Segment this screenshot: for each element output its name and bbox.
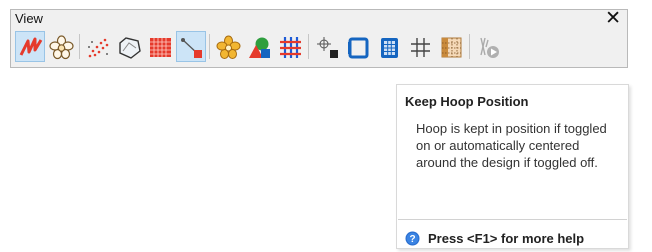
keep-hoop-position-button[interactable] [374, 31, 404, 62]
toolbar-separator [79, 34, 80, 59]
toolbar-separator [308, 34, 309, 59]
toolbar-separator [209, 34, 210, 59]
close-icon[interactable]: ✕ [605, 9, 621, 28]
background-pattern-icon [441, 37, 462, 58]
help-text: Press <F1> for more help [428, 231, 585, 246]
hoop-grid-icon [381, 38, 398, 58]
show-design-button[interactable] [213, 31, 243, 62]
hoop-icon [348, 37, 369, 59]
show-hoop-button[interactable] [343, 31, 373, 62]
show-shapes-button[interactable] [244, 31, 274, 62]
tooltip-divider [398, 219, 627, 220]
toolbar-title: View [15, 11, 43, 26]
red-fill-grid-icon [150, 38, 171, 57]
view-toolbar: View ✕ [10, 9, 628, 68]
svg-text:?: ? [409, 234, 415, 245]
flower-outline-icon [49, 35, 74, 60]
tooltip-title: Keep Hoop Position [405, 94, 529, 109]
crosshair-point-icon [317, 37, 338, 58]
zigzag-stitch-icon [19, 37, 43, 56]
show-grid-button[interactable] [405, 31, 435, 62]
show-connectors-button[interactable] [176, 31, 206, 62]
tooltip-description: Hoop is kept in position if toggled on o… [416, 121, 607, 170]
grid-icon [411, 38, 430, 57]
show-fills-button[interactable] [145, 31, 175, 62]
polygon-outline-icon [119, 37, 141, 59]
connector-icon [181, 38, 202, 58]
help-icon: ? [405, 231, 420, 246]
color-grid-icon [280, 37, 301, 58]
stitch-player-button[interactable] [473, 31, 503, 62]
stitch-player-icon [480, 37, 499, 58]
shapes-icon [249, 37, 270, 58]
show-objects-button[interactable] [46, 31, 76, 62]
needle-points-icon [88, 38, 109, 58]
yellow-flower-icon [216, 35, 241, 59]
show-stitches-button[interactable] [15, 31, 45, 62]
show-background-button[interactable] [436, 31, 466, 62]
tooltip-help: ? Press <F1> for more help [405, 231, 584, 246]
show-outlines-button[interactable] [114, 31, 144, 62]
show-needle-points-button[interactable] [83, 31, 113, 62]
keep-hoop-position-tooltip: Keep Hoop Position Hoop is kept in posit… [396, 84, 629, 249]
reference-point-button[interactable] [312, 31, 342, 62]
toolbar-buttons [15, 31, 623, 62]
show-grid-color-button[interactable] [275, 31, 305, 62]
toolbar-separator [469, 34, 470, 59]
